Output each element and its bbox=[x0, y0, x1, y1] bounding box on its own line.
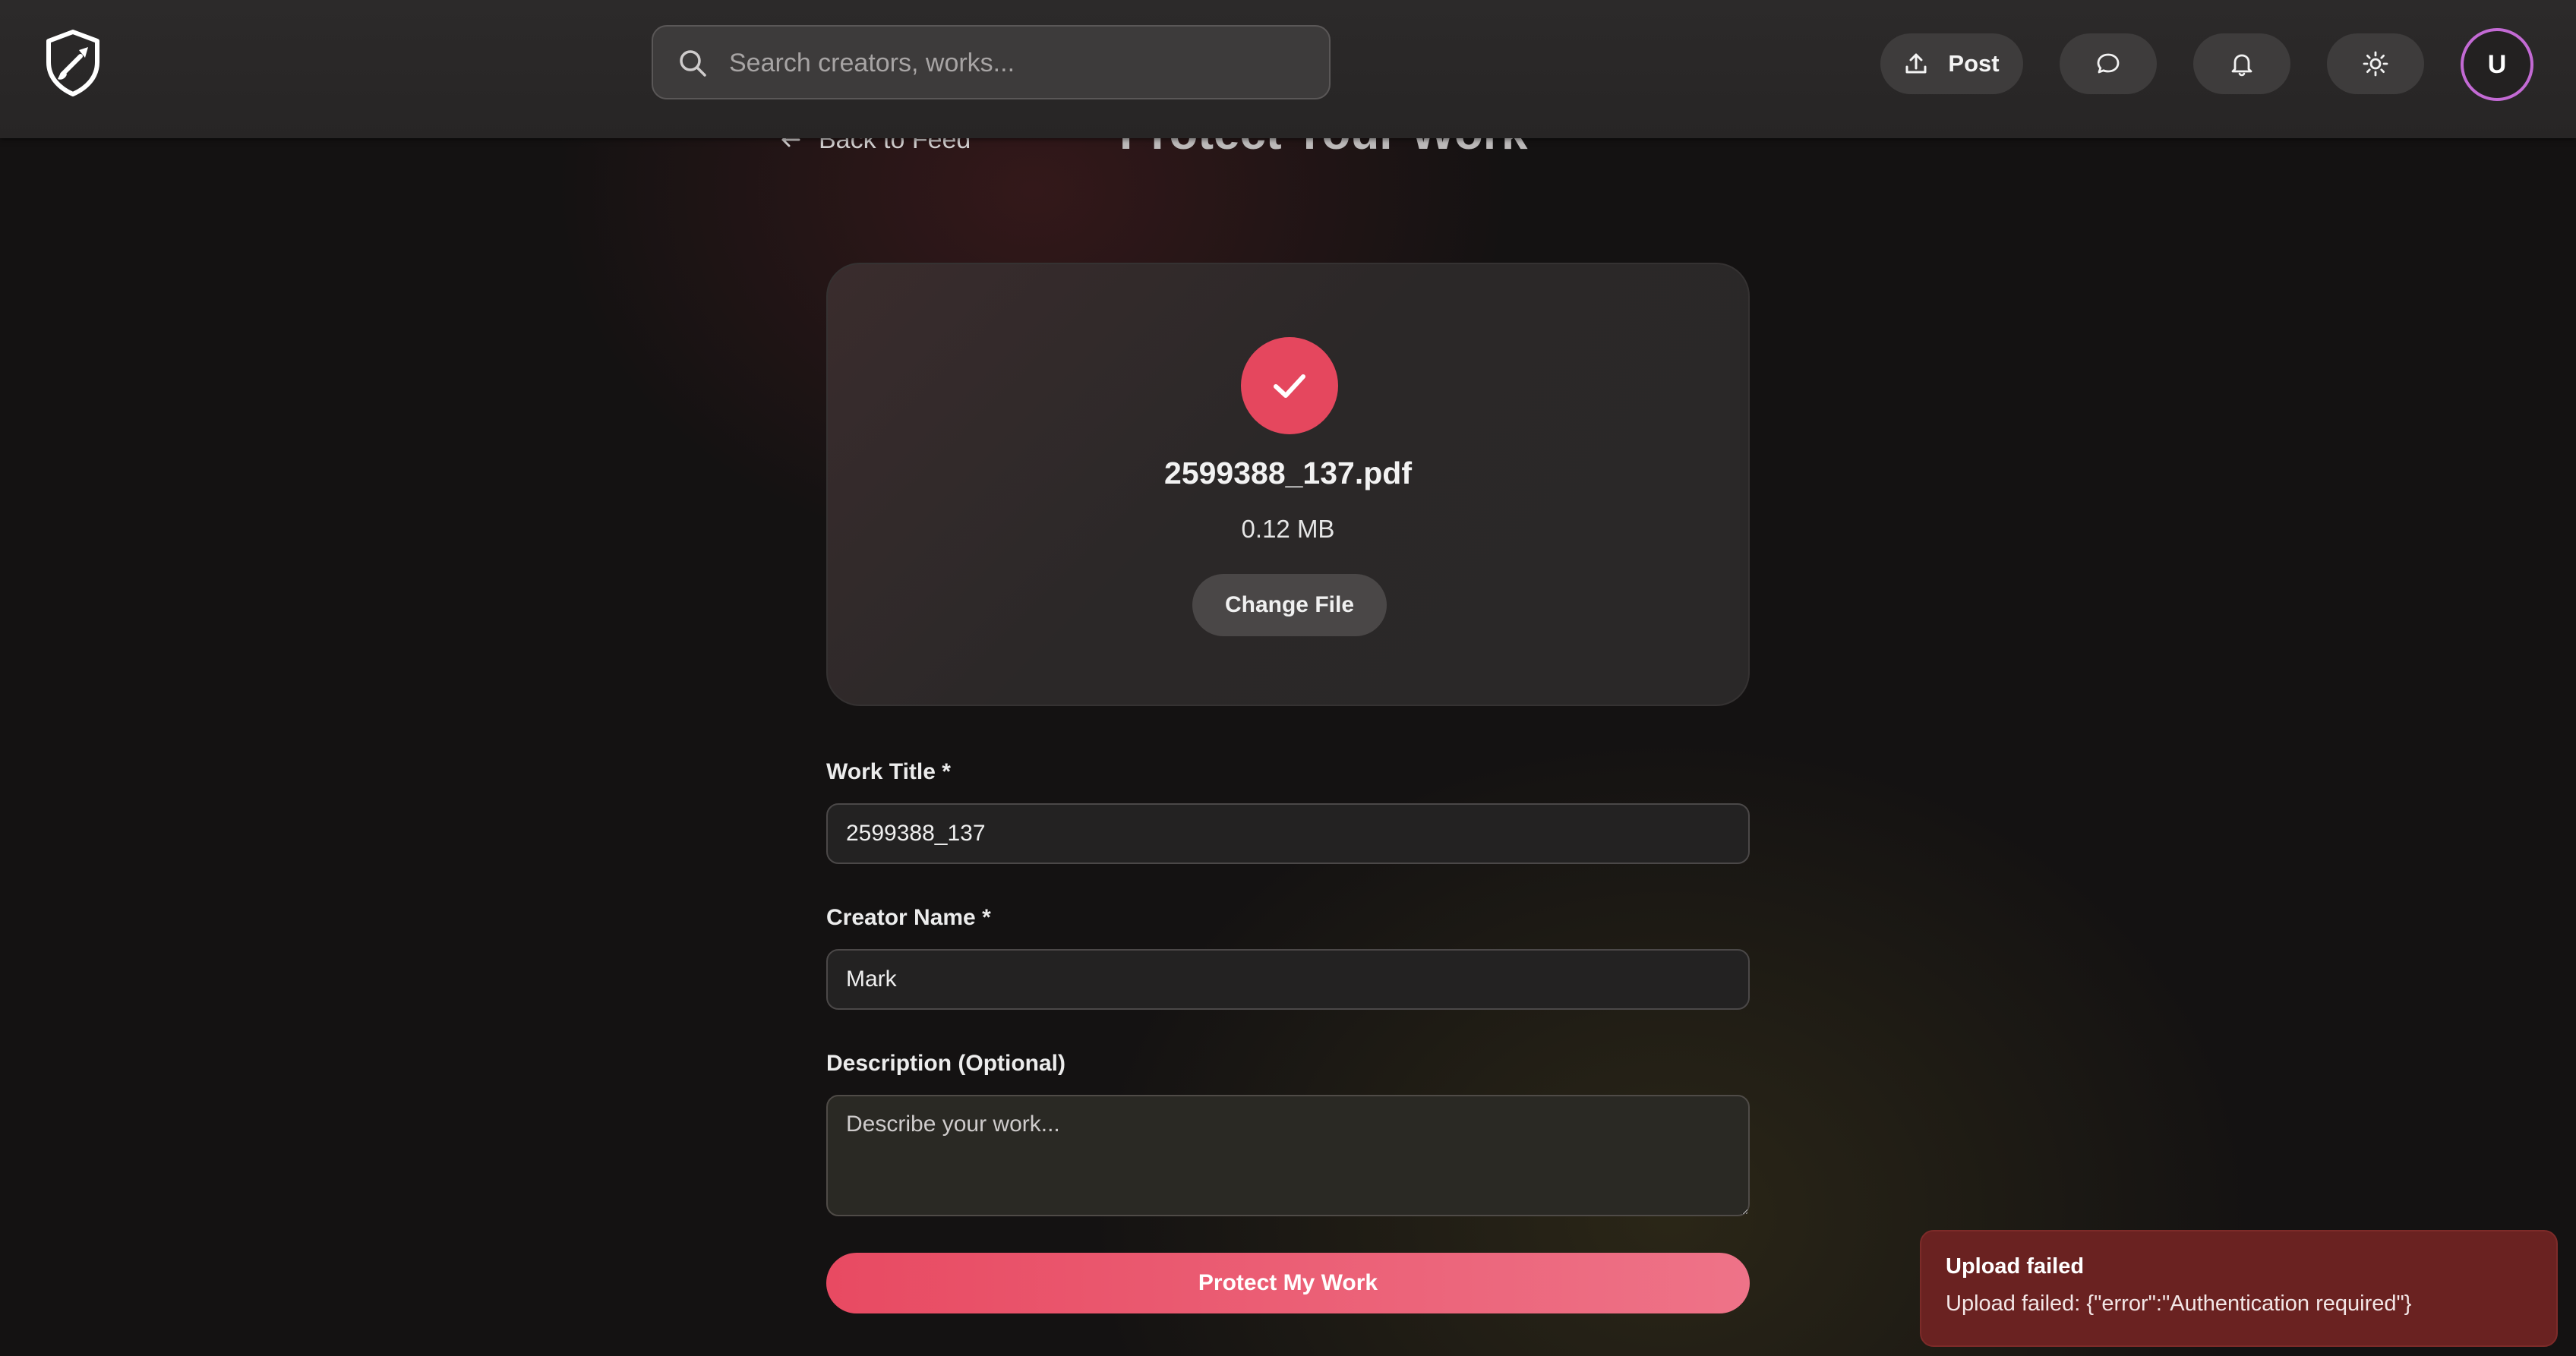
search-icon bbox=[680, 50, 706, 77]
protect-my-work-button[interactable]: Protect My Work bbox=[826, 1253, 1750, 1313]
user-avatar[interactable]: U bbox=[2461, 28, 2533, 101]
upload-success-badge bbox=[1241, 337, 1338, 434]
error-toast[interactable]: Upload failed Upload failed: {"error":"A… bbox=[1920, 1230, 2558, 1347]
sun-icon bbox=[2363, 51, 2388, 77]
creator-name-label: Creator Name * bbox=[826, 905, 991, 930]
messages-button[interactable] bbox=[2060, 33, 2157, 94]
top-navigation-bar: Post U bbox=[0, 0, 2576, 138]
notifications-button[interactable] bbox=[2193, 33, 2290, 94]
uploaded-file-name: 2599388_137.pdf bbox=[1164, 456, 1412, 490]
avatar-initial: U bbox=[2487, 49, 2507, 79]
toast-message: Upload failed: {"error":"Authentication … bbox=[1946, 1291, 2412, 1316]
description-label: Description (Optional) bbox=[826, 1051, 1065, 1076]
search-input[interactable] bbox=[728, 27, 1308, 99]
theme-toggle-button[interactable] bbox=[2327, 33, 2424, 94]
work-title-input[interactable] bbox=[826, 803, 1750, 864]
bell-icon bbox=[2231, 54, 2252, 77]
uploaded-file-size: 0.12 MB bbox=[1241, 515, 1335, 543]
creator-name-input[interactable] bbox=[826, 949, 1750, 1010]
search-box[interactable] bbox=[652, 25, 1331, 99]
change-file-button[interactable]: Change File bbox=[1192, 574, 1387, 636]
logo-shield-brush-icon[interactable] bbox=[44, 29, 102, 97]
description-textarea[interactable] bbox=[826, 1095, 1750, 1216]
post-button-label: Post bbox=[1948, 50, 2000, 77]
post-button[interactable]: Post bbox=[1880, 33, 2023, 94]
upload-icon bbox=[1905, 53, 1927, 74]
file-upload-card: 2599388_137.pdf 0.12 MB Change File bbox=[826, 263, 1750, 706]
toast-title: Upload failed bbox=[1946, 1254, 2085, 1279]
chat-bubble-icon bbox=[2097, 53, 2120, 74]
checkmark-icon bbox=[1274, 374, 1305, 398]
work-title-label: Work Title * bbox=[826, 759, 951, 784]
